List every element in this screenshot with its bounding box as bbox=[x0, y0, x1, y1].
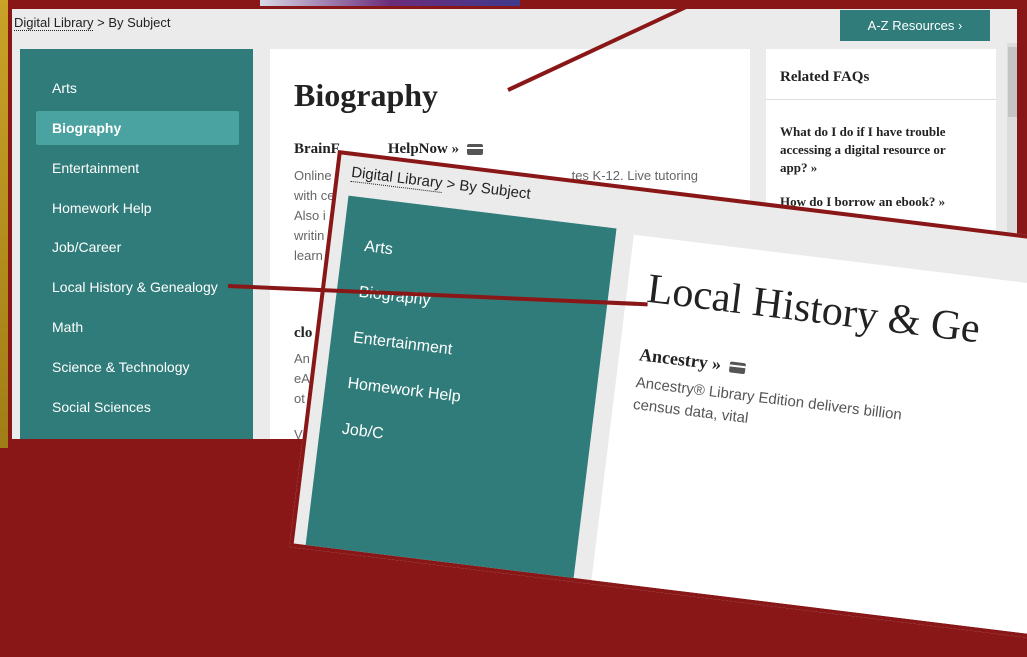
sidebar-item-arts[interactable]: Arts bbox=[36, 71, 239, 105]
breadcrumb-current: By Subject bbox=[108, 15, 171, 30]
faq-item[interactable]: What do I do if I have trouble accessing… bbox=[780, 123, 975, 177]
gold-border bbox=[0, 0, 8, 448]
desc-line: Online bbox=[294, 168, 332, 183]
sidebar-item-job-career[interactable]: Job/Career bbox=[36, 230, 239, 264]
sidebar-item-local-history[interactable]: Local History & Genealogy bbox=[36, 270, 239, 304]
sidebar-item-biography[interactable]: Biography bbox=[36, 111, 239, 145]
faq-divider bbox=[766, 99, 996, 100]
sidebar-item-homework-help[interactable]: Homework Help bbox=[36, 191, 239, 225]
breadcrumb-link[interactable]: Digital Library bbox=[14, 15, 94, 31]
overlay-page-title: Local History & Ge bbox=[644, 265, 983, 353]
overlay-sidebar-item-entertainment[interactable]: Entertainment bbox=[352, 329, 453, 359]
sidebar-item-entertainment[interactable]: Entertainment bbox=[36, 151, 239, 185]
overlay-main-content: Local History & Ge Ancestry » Ancestry® … bbox=[590, 234, 1027, 657]
overlay-resource-label: Ancestry » bbox=[638, 344, 723, 375]
sidebar-item-science-technology[interactable]: Science & Technology bbox=[36, 350, 239, 384]
overlay-breadcrumb-current: By Subject bbox=[458, 177, 532, 203]
overlay-breadcrumb: Digital Library > By Subject bbox=[350, 163, 532, 203]
overlay-sidebar-item-homework-help[interactable]: Homework Help bbox=[346, 375, 462, 407]
overlay-breadcrumb-sep: > bbox=[445, 175, 457, 194]
card-icon bbox=[466, 144, 483, 156]
scrollbar-thumb[interactable] bbox=[1008, 47, 1017, 117]
sidebar-item-math[interactable]: Math bbox=[36, 310, 239, 344]
page-title: Biography bbox=[294, 77, 439, 113]
screenshot-local-history: Digital Library > By Subject Arts Biogra… bbox=[289, 150, 1027, 657]
breadcrumb-sep: > bbox=[97, 15, 105, 30]
resource-title-end: HelpNow » bbox=[387, 141, 460, 157]
subject-sidebar: Arts Biography Entertainment Homework He… bbox=[20, 49, 253, 439]
resource-title-start: BrainF bbox=[294, 141, 340, 157]
card-icon bbox=[728, 361, 746, 375]
overlay-resource-title[interactable]: Ancestry » bbox=[638, 344, 747, 378]
resource2-title[interactable]: clo bbox=[294, 325, 312, 342]
az-resources-button[interactable]: A-Z Resources › bbox=[840, 10, 990, 41]
breadcrumb: Digital Library > By Subject bbox=[14, 15, 171, 31]
overlay-sidebar-item-arts[interactable]: Arts bbox=[363, 238, 393, 259]
faq-heading: Related FAQs bbox=[780, 69, 870, 85]
overlay-breadcrumb-link[interactable]: Digital Library bbox=[350, 163, 444, 193]
sidebar-item-social-sciences[interactable]: Social Sciences bbox=[36, 390, 239, 424]
overlay-resource-description: Ancestry® Library Edition delivers billi… bbox=[632, 372, 1027, 484]
overlay-sidebar-item-job[interactable]: Job/C bbox=[341, 421, 385, 444]
overlay-sidebar-item-biography[interactable]: Biography bbox=[358, 284, 432, 311]
overlay-sidebar: Arts Biography Entertainment Homework He… bbox=[304, 195, 617, 586]
